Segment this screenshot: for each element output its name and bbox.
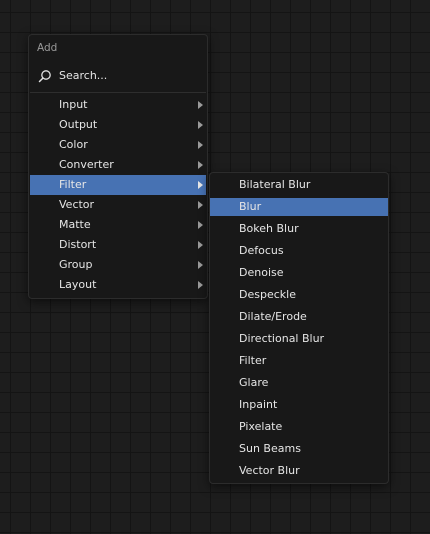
- submenu-item-label: Filter: [239, 354, 267, 367]
- submenu-item-glare[interactable]: Glare: [210, 372, 388, 394]
- menu-item-converter[interactable]: Converter: [30, 155, 206, 175]
- search-label: Search...: [59, 69, 108, 82]
- submenu-item-label: Sun Beams: [239, 442, 301, 455]
- submenu-item-label: Vector Blur: [239, 464, 300, 477]
- menu-item-label: Vector: [59, 198, 95, 211]
- search-item[interactable]: Search...: [30, 66, 206, 86]
- submenu-item-label: Defocus: [239, 244, 284, 257]
- menu-item-layout[interactable]: Layout: [30, 275, 206, 295]
- chevron-right-icon: [198, 241, 203, 249]
- menu-item-group[interactable]: Group: [30, 255, 206, 275]
- submenu-item-despeckle[interactable]: Despeckle: [210, 284, 388, 306]
- submenu-item-label: Glare: [239, 376, 269, 389]
- chevron-right-icon: [198, 121, 203, 129]
- menu-item-label: Converter: [59, 158, 114, 171]
- submenu-item-inpaint[interactable]: Inpaint: [210, 394, 388, 416]
- menu-title: Add: [37, 42, 58, 54]
- chevron-right-icon: [198, 101, 203, 109]
- submenu-item-bilateral-blur[interactable]: Bilateral Blur: [210, 174, 388, 196]
- menu-item-label: Matte: [59, 218, 91, 231]
- chevron-right-icon: [198, 261, 203, 269]
- menu-item-input[interactable]: Input: [30, 95, 206, 115]
- menu-item-matte[interactable]: Matte: [30, 215, 206, 235]
- submenu-item-label: Blur: [239, 200, 262, 213]
- menu-item-color[interactable]: Color: [30, 135, 206, 155]
- submenu-item-directional-blur[interactable]: Directional Blur: [210, 328, 388, 350]
- submenu-item-pixelate[interactable]: Pixelate: [210, 416, 388, 438]
- submenu-item-defocus[interactable]: Defocus: [210, 240, 388, 262]
- menu-item-output[interactable]: Output: [30, 115, 206, 135]
- submenu-item-sun-beams[interactable]: Sun Beams: [210, 438, 388, 460]
- chevron-right-icon: [198, 161, 203, 169]
- chevron-right-icon: [198, 221, 203, 229]
- submenu-item-label: Despeckle: [239, 288, 296, 301]
- add-menu: Add Search... Input Output Color Converter F…: [28, 34, 208, 299]
- filter-submenu-items: Bilateral Blur Blur Bokeh Blur Defocus Denoi…: [210, 174, 388, 482]
- submenu-item-label: Denoise: [239, 266, 284, 279]
- submenu-item-vector-blur[interactable]: Vector Blur: [210, 460, 388, 482]
- menu-item-label: Distort: [59, 238, 97, 251]
- menu-item-label: Group: [59, 258, 93, 271]
- submenu-item-label: Bokeh Blur: [239, 222, 299, 235]
- menu-item-label: Input: [59, 98, 88, 111]
- search-icon: [38, 70, 51, 83]
- menu-item-label: Output: [59, 118, 98, 131]
- chevron-right-icon: [198, 181, 203, 189]
- menu-item-vector[interactable]: Vector: [30, 195, 206, 215]
- menu-item-filter[interactable]: Filter: [30, 175, 206, 195]
- menu-separator: [30, 92, 206, 93]
- submenu-item-label: Dilate/Erode: [239, 310, 307, 323]
- chevron-right-icon: [198, 141, 203, 149]
- submenu-item-dilate-erode[interactable]: Dilate/Erode: [210, 306, 388, 328]
- submenu-item-label: Directional Blur: [239, 332, 325, 345]
- submenu-item-filter[interactable]: Filter: [210, 350, 388, 372]
- submenu-item-bokeh-blur[interactable]: Bokeh Blur: [210, 218, 388, 240]
- submenu-item-blur[interactable]: Blur: [210, 198, 388, 216]
- submenu-item-label: Inpaint: [239, 398, 278, 411]
- menu-item-distort[interactable]: Distort: [30, 235, 206, 255]
- submenu-item-label: Bilateral Blur: [239, 178, 311, 191]
- submenu-item-denoise[interactable]: Denoise: [210, 262, 388, 284]
- submenu-item-label: Pixelate: [239, 420, 283, 433]
- menu-item-label: Layout: [59, 278, 97, 291]
- add-menu-items: Input Output Color Converter Filter Vector Mat…: [30, 95, 206, 295]
- menu-item-label: Filter: [59, 178, 87, 191]
- chevron-right-icon: [198, 201, 203, 209]
- chevron-right-icon: [198, 281, 203, 289]
- menu-item-label: Color: [59, 138, 88, 151]
- filter-submenu: Bilateral Blur Blur Bokeh Blur Defocus Denoi…: [209, 172, 389, 484]
